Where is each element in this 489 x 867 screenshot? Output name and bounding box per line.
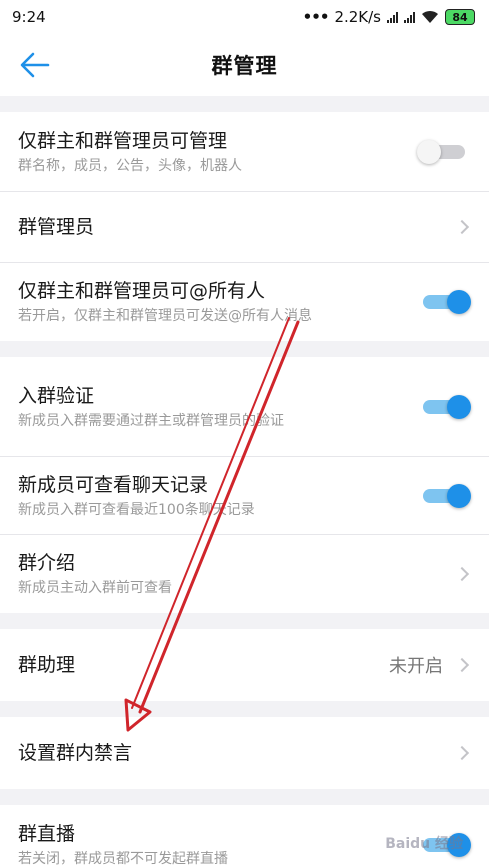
status-dots: ••• <box>302 8 330 26</box>
row-title: 群介绍 <box>18 552 76 574</box>
row-group-admins[interactable]: 群管理员 <box>0 192 489 263</box>
row-admin-only-manage[interactable]: 仅群主和群管理员可管理 群名称，成员，公告，头像，机器人 <box>0 112 489 192</box>
signal-icon <box>387 11 398 23</box>
row-text: 仅群主和群管理员可管理 群名称，成员，公告，头像，机器人 <box>18 128 242 176</box>
row-text: 入群验证 新成员入群需要通过群主或群管理员的验证 <box>18 383 284 431</box>
battery-icon: 84 <box>445 9 475 25</box>
chevron-right-icon <box>454 745 470 761</box>
row-new-member-history[interactable]: 新成员可查看聊天记录 新成员入群可查看最近100条聊天记录 <box>0 457 489 535</box>
page-title: 群管理 <box>211 54 278 78</box>
row-group-assistant[interactable]: 群助理 未开启 <box>0 629 489 701</box>
chevron-right-icon <box>454 566 470 582</box>
row-title: 群助理 <box>18 654 76 676</box>
toggle-new-member-history[interactable] <box>417 483 471 508</box>
status-bar: 9:24 ••• 2.2K/s 84 <box>0 0 489 34</box>
row-text: 仅群主和群管理员可@所有人 若开启，仅群主和群管理员可发送@所有人消息 <box>18 278 312 326</box>
arrow-left-icon <box>20 52 50 78</box>
row-title: 新成员可查看聊天记录 <box>18 473 209 496</box>
row-admin-only-at-all[interactable]: 仅群主和群管理员可@所有人 若开启，仅群主和群管理员可发送@所有人消息 <box>0 263 489 341</box>
row-join-verification[interactable]: 入群验证 新成员入群需要通过群主或群管理员的验证 <box>0 357 489 457</box>
toggle-admin-only-manage[interactable] <box>417 139 471 164</box>
row-subtitle: 新成员主动入群前可查看 <box>18 580 172 596</box>
section-gap <box>0 613 489 629</box>
status-time: 9:24 <box>12 8 46 26</box>
row-text: 群介绍 新成员主动入群前可查看 <box>18 550 172 598</box>
row-title: 仅群主和群管理员可@所有人 <box>18 280 266 302</box>
back-button[interactable] <box>20 50 52 80</box>
row-text: 群管理员 <box>18 214 94 240</box>
chevron-right-icon <box>454 219 470 235</box>
settings-group-permissions: 仅群主和群管理员可管理 群名称，成员，公告，头像，机器人 群管理员 仅群主和群管… <box>0 112 489 341</box>
row-title: 群管理员 <box>18 216 95 238</box>
toggle-knob <box>447 290 471 314</box>
settings-group-assistant: 群助理 未开启 <box>0 629 489 701</box>
watermark: Baidu 经验 <box>385 836 463 852</box>
signal-icon <box>404 11 415 23</box>
status-indicators: ••• 2.2K/s 84 <box>303 8 475 26</box>
nav-bar: 群管理 <box>0 34 489 96</box>
toggle-join-verification[interactable] <box>417 394 471 419</box>
section-gap <box>0 96 489 112</box>
wifi-icon <box>422 10 438 23</box>
toggle-admin-only-at-all[interactable] <box>417 290 471 314</box>
toggle-knob <box>417 139 441 164</box>
row-mute-settings[interactable]: 设置群内禁言 <box>0 717 489 789</box>
toggle-knob <box>447 394 471 419</box>
row-title: 仅群主和群管理员可管理 <box>18 129 228 152</box>
section-gap <box>0 789 489 805</box>
row-value: 未开启 <box>389 656 443 677</box>
chevron-right-icon <box>454 657 470 673</box>
settings-group-mute: 设置群内禁言 <box>0 717 489 789</box>
row-text: 设置群内禁言 <box>18 740 132 766</box>
section-gap <box>0 341 489 357</box>
row-title: 群直播 <box>18 823 76 845</box>
status-net-speed: 2.2K/s <box>334 8 381 26</box>
row-text: 新成员可查看聊天记录 新成员入群可查看最近100条聊天记录 <box>18 472 255 520</box>
row-title: 设置群内禁言 <box>18 742 133 764</box>
row-title: 入群验证 <box>18 384 95 407</box>
row-subtitle: 若关闭，群成员都不可发起群直播 <box>18 851 228 867</box>
row-subtitle: 新成员入群需要通过群主或群管理员的验证 <box>18 412 284 429</box>
row-text: 群助理 <box>18 652 75 678</box>
section-gap <box>0 701 489 717</box>
row-group-intro[interactable]: 群介绍 新成员主动入群前可查看 <box>0 535 489 613</box>
row-right: 未开启 <box>389 652 471 678</box>
row-subtitle: 若开启，仅群主和群管理员可发送@所有人消息 <box>18 308 312 324</box>
settings-group-join: 入群验证 新成员入群需要通过群主或群管理员的验证 新成员可查看聊天记录 新成员入… <box>0 357 489 613</box>
row-text: 群直播 若关闭，群成员都不可发起群直播 <box>18 821 228 867</box>
toggle-knob <box>447 483 471 508</box>
row-subtitle: 群名称，成员，公告，头像，机器人 <box>18 157 242 174</box>
row-subtitle: 新成员入群可查看最近100条聊天记录 <box>18 501 255 518</box>
